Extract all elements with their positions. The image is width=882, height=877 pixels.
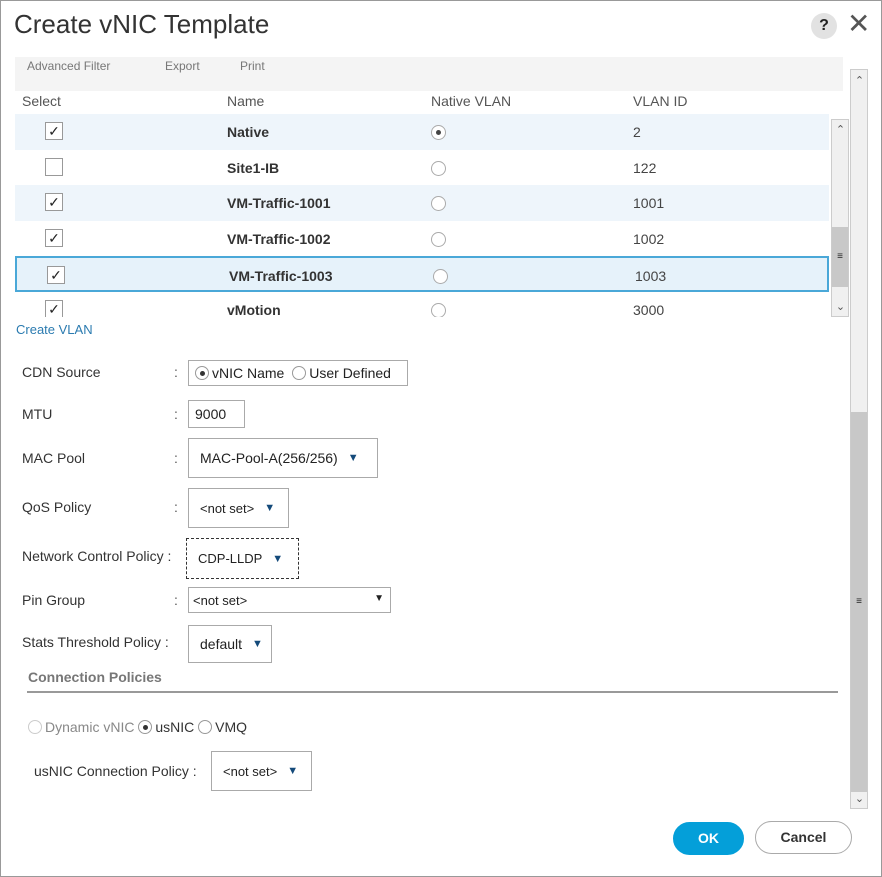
native-vlan-radio[interactable] bbox=[431, 125, 446, 140]
stats-threshold-label: Stats Threshold Policy : bbox=[22, 634, 169, 650]
usnic-connection-policy-value: <not set> bbox=[223, 763, 278, 779]
header-select[interactable]: Select bbox=[22, 93, 61, 109]
dialog-title: Create vNIC Template bbox=[14, 9, 270, 39]
qos-label: QoS Policy bbox=[22, 499, 92, 515]
close-icon[interactable]: ✕ bbox=[847, 7, 870, 40]
vlan-name: VM-Traffic-1001 bbox=[227, 195, 331, 211]
vlan-id: 1003 bbox=[635, 268, 667, 284]
qos-select[interactable]: <not set> ▼ bbox=[188, 488, 289, 528]
print-button[interactable]: Print bbox=[240, 59, 265, 73]
vlan-id: 1001 bbox=[633, 195, 665, 211]
divider bbox=[27, 691, 838, 693]
vlan-name: VM-Traffic-1002 bbox=[227, 230, 331, 247]
network-control-policy-select[interactable]: CDP-LLDP ▼ bbox=[186, 538, 299, 579]
vlan-id: 1002 bbox=[633, 230, 665, 247]
vlan-id: 3000 bbox=[633, 301, 665, 318]
vmq-label: VMQ bbox=[215, 719, 248, 735]
create-vlan-link[interactable]: Create VLAN bbox=[16, 322, 93, 337]
table-row[interactable]: Site1-IB 122 bbox=[15, 150, 829, 186]
cdn-user-defined-radio[interactable] bbox=[292, 366, 307, 380]
vlan-name: vMotion bbox=[227, 301, 281, 318]
table-row[interactable]: ✓ VM-Traffic-1003 1003 bbox=[15, 256, 829, 292]
row-checkbox[interactable]: ✓ bbox=[45, 122, 63, 140]
native-vlan-radio[interactable] bbox=[431, 302, 446, 317]
vlan-id: 2 bbox=[633, 124, 641, 140]
dialog-scrollbar[interactable]: ⌃ ≡ ⌄ bbox=[850, 69, 868, 809]
mac-pool-value: MAC-Pool-A(256/256) bbox=[200, 450, 338, 466]
dropdown-arrow-icon: ▼ bbox=[272, 552, 284, 565]
usnic-radio[interactable] bbox=[138, 720, 153, 734]
connection-type-radio-group: Dynamic vNIC usNIC VMQ bbox=[28, 719, 247, 735]
native-vlan-radio[interactable] bbox=[431, 160, 446, 176]
usnic-connection-policy-label: usNIC Connection Policy : bbox=[34, 763, 197, 779]
dynamic-vnic-radio[interactable] bbox=[28, 720, 42, 734]
dynamic-vnic-label: Dynamic vNIC bbox=[45, 719, 135, 735]
cdn-vnic-name-label: vNIC Name bbox=[212, 365, 285, 381]
ok-button[interactable]: OK bbox=[673, 822, 744, 855]
cdn-user-defined-label: User Defined bbox=[309, 365, 391, 381]
table-row[interactable]: ✓ Native 2 bbox=[15, 114, 829, 150]
colon: : bbox=[174, 364, 178, 380]
mtu-input[interactable]: 9000 bbox=[188, 400, 245, 428]
cdn-source-radio-group: vNIC Name User Defined bbox=[188, 360, 408, 386]
help-button[interactable]: ? bbox=[811, 13, 837, 39]
mac-pool-select[interactable]: MAC-Pool-A(256/256) ▼ bbox=[188, 438, 378, 478]
native-vlan-radio[interactable] bbox=[433, 269, 448, 284]
vlan-id: 122 bbox=[633, 159, 657, 176]
colon: : bbox=[174, 450, 178, 466]
header-vlan-id[interactable]: VLAN ID bbox=[633, 93, 687, 109]
qos-value: <not set> bbox=[200, 500, 255, 516]
vlan-name: VM-Traffic-1003 bbox=[229, 268, 333, 284]
dropdown-arrow-icon: ▼ bbox=[252, 638, 263, 650]
vmq-radio[interactable] bbox=[198, 720, 213, 734]
ncp-label: Network Control Policy : bbox=[22, 548, 172, 564]
cdn-source-label: CDN Source bbox=[22, 364, 101, 380]
row-checkbox[interactable]: ✓ bbox=[47, 266, 65, 284]
dropdown-arrow-icon: ▼ bbox=[374, 593, 384, 604]
vlan-table-body: ✓ Native 2 Site1-IB 122 ✓ VM-Traffic-1001… bbox=[15, 114, 830, 317]
native-vlan-radio[interactable] bbox=[431, 196, 446, 211]
mac-pool-label: MAC Pool bbox=[22, 450, 86, 466]
dropdown-arrow-icon: ▼ bbox=[264, 502, 276, 514]
colon: : bbox=[174, 499, 178, 515]
dropdown-arrow-icon: ▼ bbox=[347, 452, 359, 464]
row-checkbox[interactable] bbox=[45, 157, 63, 176]
mtu-label: MTU bbox=[22, 406, 53, 422]
cdn-vnic-name-radio[interactable] bbox=[195, 366, 209, 380]
export-button[interactable]: Export bbox=[165, 59, 200, 73]
cancel-button[interactable]: Cancel bbox=[755, 821, 852, 854]
stats-threshold-select[interactable]: default ▼ bbox=[188, 625, 272, 663]
header-native-vlan[interactable]: Native VLAN bbox=[431, 93, 511, 109]
pin-group-value: <not set> bbox=[193, 593, 248, 608]
usnic-label: usNIC bbox=[155, 719, 195, 735]
ncp-value: CDP-LLDP bbox=[198, 551, 263, 566]
colon: : bbox=[174, 592, 178, 608]
pin-group-select[interactable]: <not set> ▼ bbox=[188, 587, 391, 613]
usnic-connection-policy-select[interactable]: <not set> ▼ bbox=[211, 751, 312, 791]
table-toolbar: Advanced Filter Export Print bbox=[15, 57, 843, 95]
connection-policies-heading: Connection Policies bbox=[28, 669, 162, 685]
table-scrollbar[interactable]: ⌃ ≡ ⌄ bbox=[831, 119, 849, 317]
pin-group-label: Pin Group bbox=[22, 592, 86, 608]
table-row[interactable]: ✓ VM-Traffic-1002 1002 bbox=[15, 221, 829, 257]
table-row[interactable]: ✓ vMotion 3000 bbox=[15, 292, 829, 318]
advanced-filter-button[interactable]: Advanced Filter bbox=[27, 59, 110, 73]
colon: : bbox=[174, 406, 178, 422]
row-checkbox[interactable]: ✓ bbox=[45, 228, 63, 247]
table-row[interactable]: ✓ VM-Traffic-1001 1001 bbox=[15, 185, 829, 221]
native-vlan-radio[interactable] bbox=[431, 231, 446, 247]
header-name[interactable]: Name bbox=[227, 93, 264, 109]
vlan-name: Site1-IB bbox=[227, 159, 280, 176]
row-checkbox[interactable]: ✓ bbox=[45, 299, 63, 317]
dropdown-arrow-icon: ▼ bbox=[287, 765, 299, 777]
vlan-name: Native bbox=[227, 124, 270, 140]
row-checkbox[interactable]: ✓ bbox=[45, 193, 63, 211]
stats-threshold-value: default bbox=[200, 636, 243, 652]
